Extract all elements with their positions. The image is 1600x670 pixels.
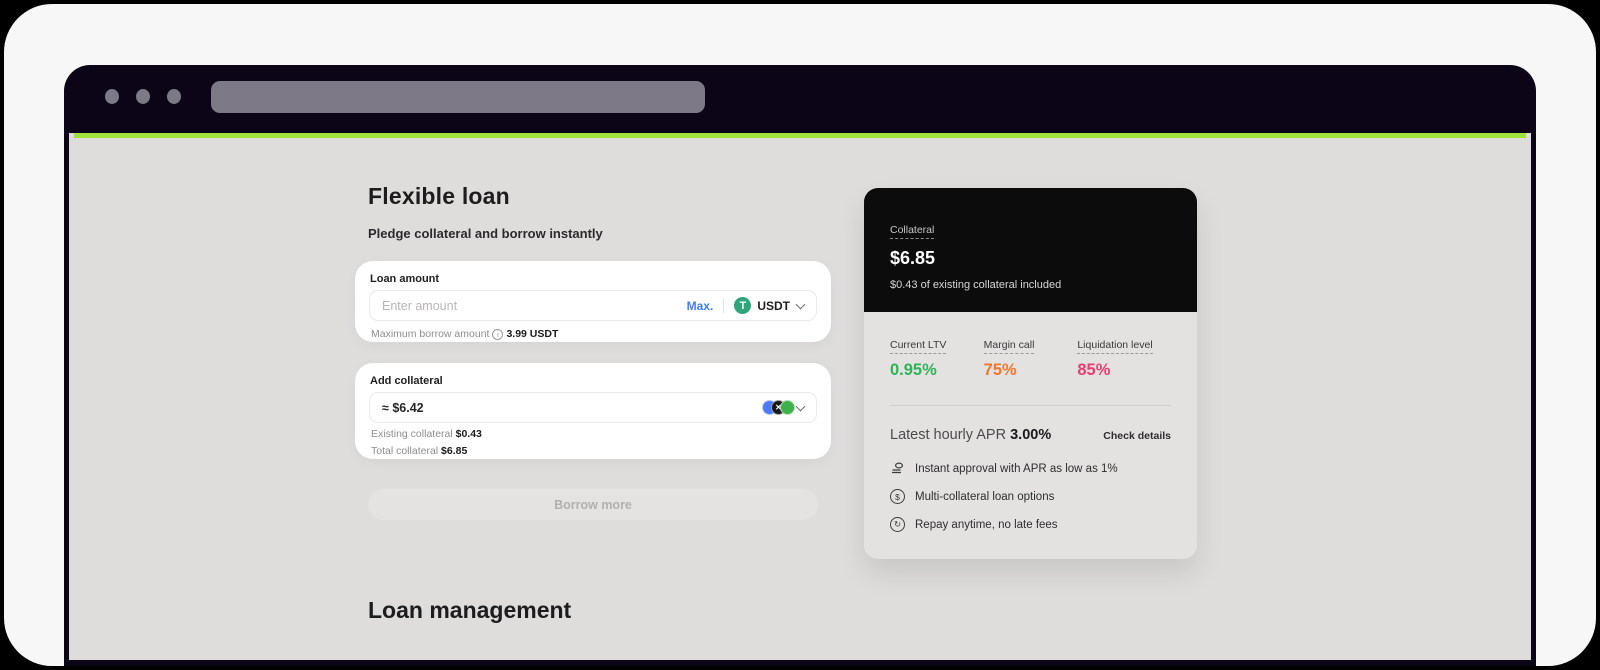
liquidation-level-label: Liquidation level: [1077, 339, 1153, 354]
page-title: Flexible loan: [368, 183, 510, 209]
chevron-down-icon[interactable]: [795, 401, 806, 411]
info-icon[interactable]: i: [492, 328, 504, 340]
benefit-item: ↻ Repay anytime, no late fees: [890, 517, 1171, 532]
apr-label: Latest hourly APR 3.00%: [890, 427, 1052, 443]
collateral-coins-icon[interactable]: ✕: [762, 400, 795, 415]
divider: [890, 405, 1171, 406]
collateral-summary-header: Collateral $6.85 $0.43 of existing colla…: [864, 188, 1197, 312]
liquidation-level-stat: Liquidation level 85%: [1077, 335, 1171, 380]
window-close-button[interactable]: [105, 89, 119, 104]
max-borrow-value: 3.99 USDT: [506, 328, 559, 340]
benefit-item: $ Multi-collateral loan options: [890, 489, 1171, 504]
benefit-text: Multi-collateral loan options: [915, 490, 1055, 503]
total-collateral-row: Total collateral $6.85: [369, 445, 817, 457]
dollar-circle-icon: $: [890, 489, 905, 504]
margin-call-stat: Margin call 75%: [983, 335, 1078, 380]
window-controls: [105, 89, 181, 104]
existing-collateral-row: Existing collateral $0.43: [369, 428, 817, 440]
accent-line: [74, 133, 1526, 138]
max-borrow-helper: Maximum borrow amount i 3.99 USDT: [369, 328, 817, 340]
apr-value: 3.00%: [1010, 427, 1052, 443]
max-button[interactable]: Max.: [687, 299, 714, 313]
loan-amount-card: Loan amount Enter amount Max. T USDT Max…: [355, 261, 831, 342]
benefits-list: Instant approval with APR as low as 1% $…: [890, 461, 1171, 532]
collateral-note: $0.43 of existing collateral included: [890, 279, 1062, 291]
approval-coins-icon: [890, 461, 905, 476]
page-content: Flexible loan Pledge collateral and borr…: [69, 133, 1531, 660]
benefit-text: Instant approval with APR as low as 1%: [915, 462, 1118, 475]
check-details-link[interactable]: Check details: [1103, 430, 1171, 442]
address-bar[interactable]: [211, 80, 705, 113]
total-collateral-label: Total collateral: [371, 445, 439, 457]
loan-summary-card: Collateral $6.85 $0.43 of existing colla…: [864, 188, 1197, 559]
window-minimize-button[interactable]: [136, 89, 150, 104]
page-subtitle: Pledge collateral and borrow instantly: [368, 226, 603, 241]
current-ltv-stat: Current LTV 0.95%: [890, 335, 984, 380]
collateral-input-box[interactable]: ≈ $6.42 ✕: [369, 392, 817, 423]
margin-call-value: 75%: [983, 361, 1017, 379]
coin-green-icon: [780, 400, 795, 415]
existing-collateral-label: Existing collateral: [371, 428, 453, 440]
collateral-label: Collateral: [890, 224, 935, 239]
loan-summary-body: Current LTV 0.95% Margin call 75% Liquid…: [864, 312, 1197, 559]
existing-collateral-value: $0.43: [455, 428, 482, 440]
loan-amount-input-box[interactable]: Enter amount Max. T USDT: [369, 290, 817, 321]
repay-circle-icon: ↻: [890, 517, 905, 532]
loan-stats-row: Current LTV 0.95% Margin call 75% Liquid…: [890, 335, 1171, 380]
loan-amount-input[interactable]: Enter amount: [382, 299, 687, 313]
browser-window: Flexible loan Pledge collateral and borr…: [64, 65, 1536, 666]
tether-icon: T: [734, 297, 752, 314]
add-collateral-card: Add collateral ≈ $6.42 ✕ Existing collat…: [355, 363, 831, 459]
collateral-amount-input[interactable]: ≈ $6.42: [382, 401, 762, 415]
chevron-down-icon[interactable]: [795, 299, 806, 309]
liquidation-level-value: 85%: [1077, 361, 1111, 379]
currency-ticker[interactable]: USDT: [757, 299, 790, 313]
loan-amount-label: Loan amount: [370, 273, 440, 285]
divider: [723, 298, 725, 313]
benefit-item: Instant approval with APR as low as 1%: [890, 461, 1171, 476]
loan-management-title: Loan management: [368, 597, 572, 623]
benefit-text: Repay anytime, no late fees: [915, 518, 1058, 531]
add-collateral-label: Add collateral: [370, 375, 443, 387]
apr-row: Latest hourly APR 3.00% Check details: [890, 427, 1171, 443]
margin-call-label: Margin call: [983, 339, 1035, 354]
window-maximize-button[interactable]: [167, 89, 181, 104]
current-ltv-label: Current LTV: [890, 339, 947, 354]
borrow-more-button[interactable]: Borrow more: [368, 489, 818, 520]
current-ltv-value: 0.95%: [890, 361, 937, 379]
total-collateral-value: $6.85: [441, 445, 468, 457]
max-borrow-label: Maximum borrow amount: [371, 328, 490, 340]
browser-titlebar: [64, 65, 1536, 128]
collateral-total-value: $6.85: [890, 248, 936, 268]
